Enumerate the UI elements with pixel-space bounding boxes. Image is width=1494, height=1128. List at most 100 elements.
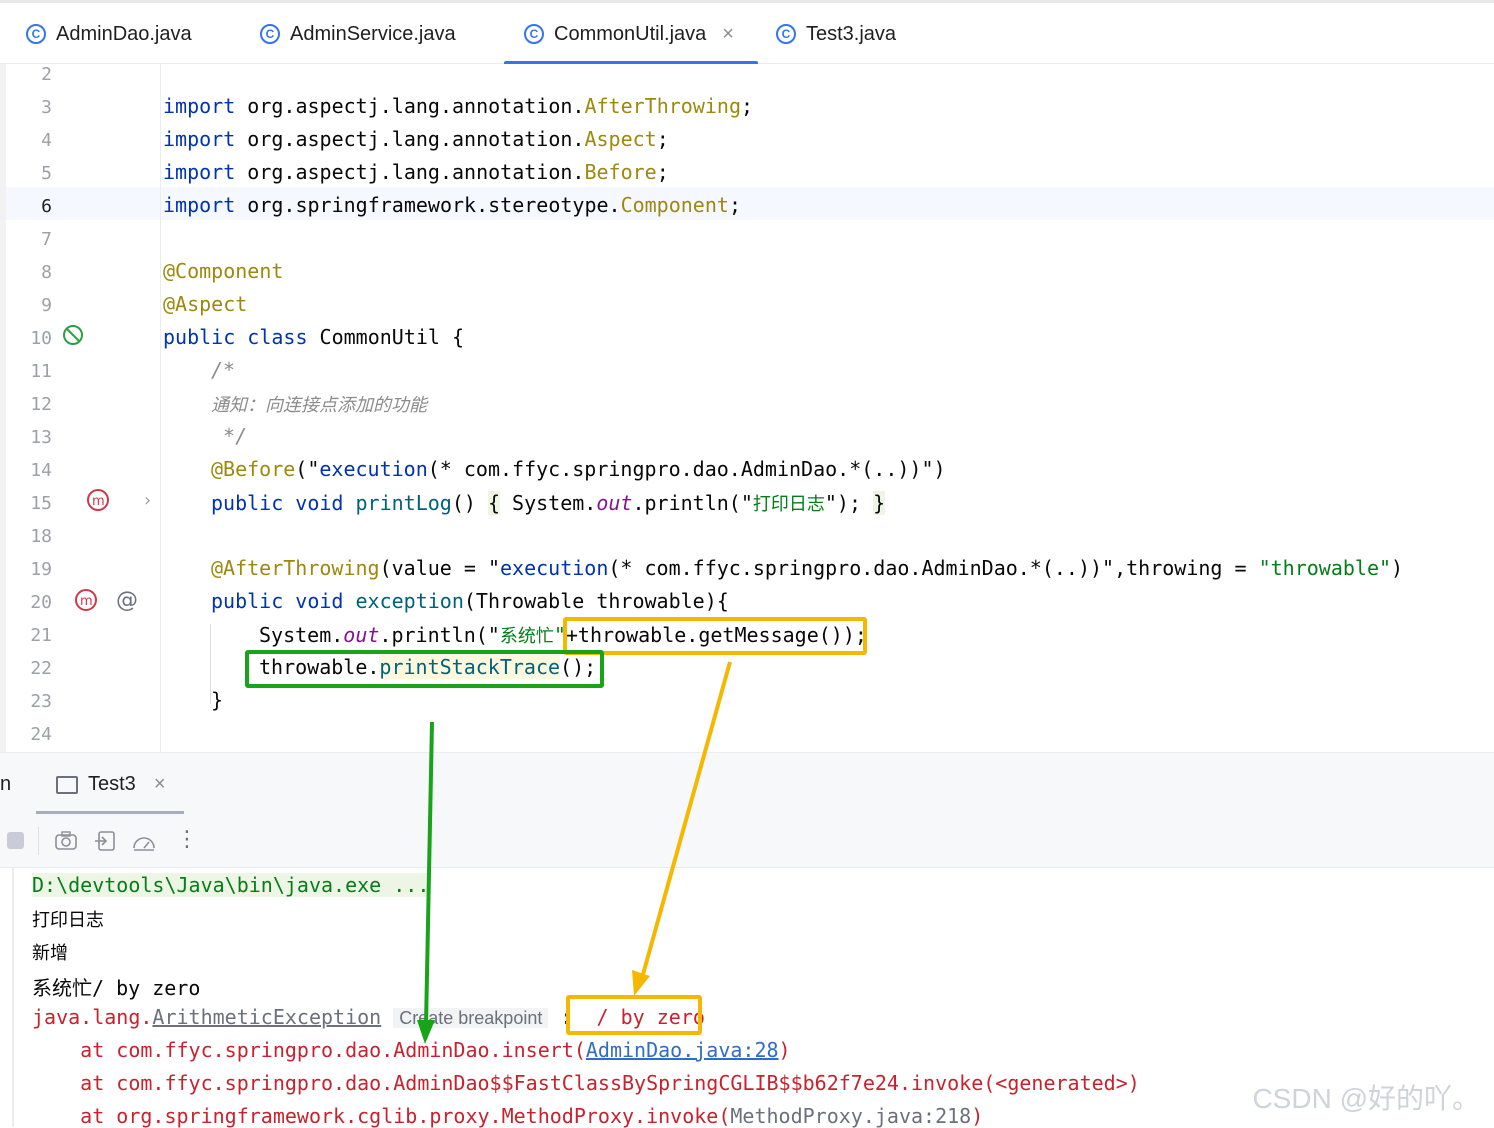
line-number: 24 [30, 724, 52, 745]
more-icon[interactable]: ⋮ [176, 827, 198, 852]
line-number: 4 [41, 130, 52, 151]
line-number: 5 [41, 163, 52, 184]
token-comment: /* [211, 358, 236, 382]
stop-icon[interactable] [6, 831, 26, 851]
run-toolbar: ⋮ [0, 815, 1494, 868]
folded-brace[interactable]: { [487, 491, 501, 515]
tab-test3[interactable]: C Test3.java [776, 3, 896, 65]
code-line-20: public void exception(Throwable throwabl… [211, 589, 729, 613]
console-icon [56, 775, 78, 794]
line-number: 9 [41, 295, 52, 316]
token-text: ) [1391, 556, 1404, 580]
token-method: exception [355, 589, 464, 613]
token-text: .println(" [379, 623, 500, 647]
line-number: 13 [30, 427, 52, 448]
watermark: CSDN @好的吖。 [1252, 1083, 1480, 1114]
line-number: 3 [41, 97, 52, 118]
line-number: 23 [30, 691, 52, 712]
create-breakpoint-hint[interactable]: Create breakpoint [393, 1008, 549, 1028]
code-line-8: @Component [163, 259, 283, 283]
chevron-right-icon[interactable]: › [144, 490, 151, 511]
line-number: 15 [30, 493, 52, 514]
code-line-15: public void printLog() { System.out.prin… [211, 490, 886, 516]
class-icon: C [524, 24, 544, 44]
code-line-13: */ [211, 424, 247, 448]
stack-frame-end: ) [971, 1104, 984, 1128]
line-number: 14 [30, 460, 52, 481]
token-text: System. [500, 491, 597, 515]
token-text: (value = " [379, 556, 500, 580]
token-text: (* com.ffyc.springpro.dao.AdminDao.*(..)… [608, 556, 1259, 580]
camera-icon[interactable] [54, 831, 78, 851]
login-icon[interactable] [94, 830, 116, 852]
line-number: 12 [30, 394, 52, 415]
console-gutter [12, 867, 14, 1127]
tab-label: AdminService.java [290, 22, 456, 45]
exception-class-link[interactable]: ArithmeticException [152, 1005, 381, 1029]
class-icon: C [260, 24, 280, 44]
run-tab-indicator [36, 811, 184, 814]
console-command[interactable]: D:\devtools\Java\bin\java.exe ... [32, 873, 430, 897]
token-class: Before [584, 160, 657, 184]
stack-trace-line: at com.ffyc.springpro.dao.AdminDao$$Fast… [32, 1071, 1140, 1095]
token-package: org.aspectj.lang.annotation. [235, 127, 585, 151]
line-number: 2 [41, 64, 52, 85]
console-line: 系统忙/ by zero [32, 976, 201, 1000]
at-sign-icon[interactable]: @ [116, 588, 138, 613]
source-link[interactable]: AdminDao.java:28 [586, 1038, 779, 1062]
exception-package: java.lang. [32, 1005, 153, 1029]
line-number: 20 [30, 592, 52, 613]
token-class: Component [620, 193, 729, 217]
line-number: 7 [41, 229, 52, 250]
tab-run-test3[interactable]: Test3 × [56, 773, 166, 796]
token-class: AfterThrowing [584, 94, 741, 118]
token-keyword: void [295, 589, 344, 613]
stack-trace-line: at org.springframework.cglib.proxy.Metho… [32, 1104, 983, 1128]
code-line-11: /* [211, 358, 235, 382]
stack-frame-end: ) [778, 1038, 791, 1062]
code-editor[interactable]: 2 3 4 5 6 7 8 9 10 11 12 13 14 15 18 19 … [0, 64, 1494, 752]
tab-commonutil[interactable]: C CommonUtil.java × [524, 3, 734, 65]
token-keyword: import [163, 94, 236, 118]
tab-admindao[interactable]: C AdminDao.java [26, 3, 192, 65]
token-annotation: @AfterThrowing [211, 556, 380, 580]
token-keyword: import [163, 193, 236, 217]
svg-text:m: m [80, 594, 93, 609]
dashboard-icon[interactable] [131, 831, 157, 853]
advice-method-icon[interactable]: m [86, 488, 112, 514]
advice-method-icon[interactable]: m [74, 588, 100, 614]
code-line-23: } [211, 688, 223, 712]
code-line-9: @Aspect [163, 292, 247, 316]
token-package: org.aspectj.lang.annotation. [235, 94, 585, 118]
token-keyword: class [247, 325, 308, 349]
tab-adminservice[interactable]: C AdminService.java [260, 3, 456, 65]
line-number: 10 [30, 328, 52, 349]
console-line: 新增 [32, 943, 68, 964]
token-keyword: import [163, 127, 236, 151]
token-string: 打印日志 [752, 494, 825, 515]
token-annotation: @Component [163, 259, 284, 283]
line-number: 11 [30, 361, 52, 382]
token-text: CommonUtil { [307, 325, 465, 349]
token-text: } [211, 688, 224, 712]
folded-brace[interactable]: } [873, 491, 886, 515]
close-tab-icon[interactable]: × [722, 23, 734, 46]
token-text: "); [824, 491, 874, 515]
code-line-4: import org.aspectj.lang.annotation.Aspec… [163, 127, 669, 151]
token-string: "throwable" [1258, 556, 1392, 580]
editor-tab-bar: C AdminDao.java C AdminService.java C Co… [0, 0, 1494, 66]
highlight-box-exception-message [566, 995, 702, 1035]
token-class: Aspect [584, 127, 657, 151]
token-method: printLog [355, 491, 452, 515]
spring-bean-icon[interactable] [62, 324, 86, 348]
stack-frame: at org.springframework.cglib.proxy.Metho… [32, 1104, 731, 1128]
close-run-tab-icon[interactable]: × [154, 773, 166, 796]
code-line-14: @Before("execution(* com.ffyc.springpro.… [211, 457, 946, 481]
toolbar-divider [38, 827, 39, 855]
token-keyword: void [295, 491, 344, 515]
token-punct: ; [656, 160, 669, 184]
line-number: 18 [30, 526, 52, 547]
source-link[interactable]: MethodProxy.java:218 [730, 1104, 971, 1128]
highlight-box-printstacktrace [245, 650, 604, 688]
token-package: org.springframework.stereotype. [235, 193, 621, 217]
